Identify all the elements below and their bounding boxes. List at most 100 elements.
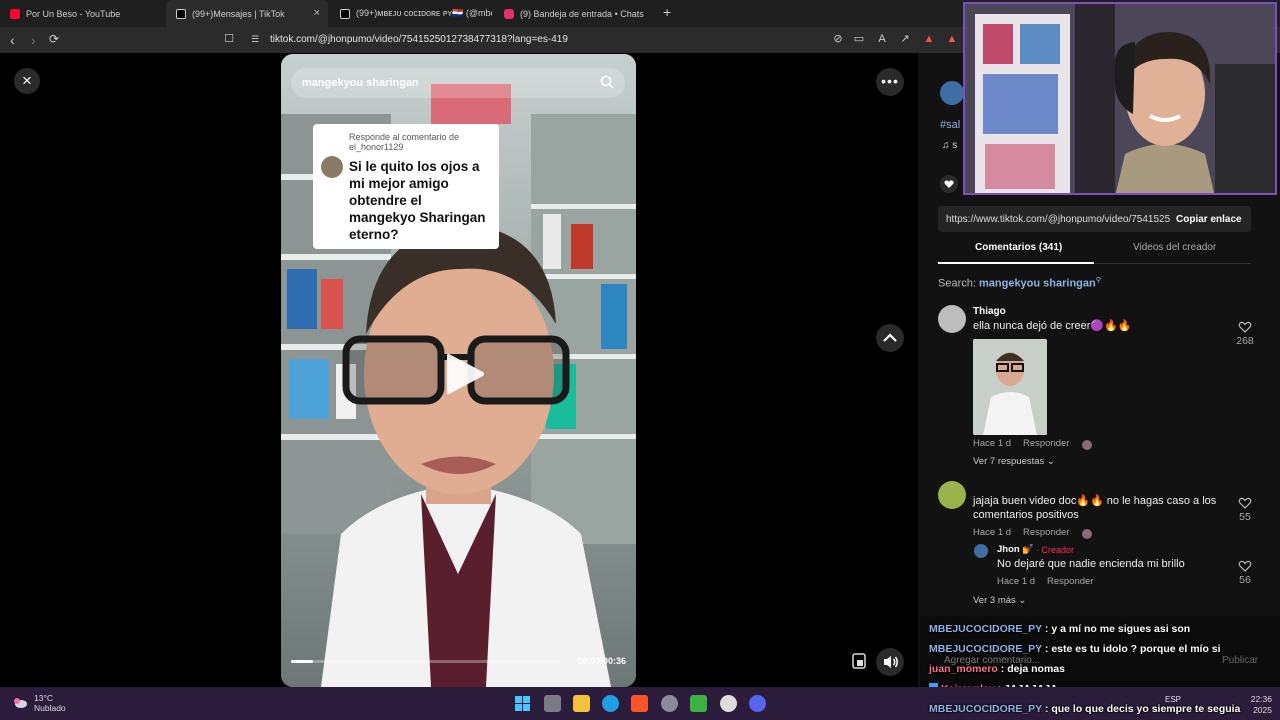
instagram-icon [504,8,514,19]
translate-icon[interactable]: A [876,33,888,45]
publish-button[interactable]: Publicar [1222,655,1258,666]
new-tab-button[interactable]: + [663,4,671,20]
heart-icon[interactable] [1238,559,1252,573]
comment-text: No dejaré que nadie encienda mi brillo [997,558,1185,570]
copy-link-button[interactable]: Copiar enlace [1170,214,1242,225]
brave-icon[interactable] [631,695,648,712]
reply-button[interactable]: Responder [1023,438,1069,449]
chat-text: : deja nomas [1000,663,1065,675]
play-icon[interactable] [443,350,487,398]
view-more-replies-button[interactable]: Ver 3 más ⌄ [973,595,1026,606]
picture-in-picture-button[interactable] [850,652,868,670]
streamer-webcam [963,2,1277,195]
edge-icon[interactable] [602,695,619,712]
task-view-icon[interactable] [544,695,561,712]
like-count: 56 [1239,574,1251,586]
avatar[interactable] [938,305,966,333]
reply-button[interactable]: Responder [1023,527,1069,538]
heart-icon[interactable] [1238,496,1252,510]
comment-image[interactable] [973,339,1047,435]
weather-widget[interactable]: 13°C Nublado [12,693,66,713]
chat-message: juan_momero : deja nomas [929,663,1065,675]
search-icon: ⚲ [1095,277,1101,284]
video-timecode: 00:03/00:36 [577,656,626,666]
webcam-image [965,4,1275,193]
chat-text: : y a mí no me sigues asi son [1044,623,1191,635]
tab-comments[interactable]: Comentarios (341) [975,242,1062,253]
tab-tiktok-messages[interactable]: (99+)Mensajes | TikTok × [166,0,328,27]
clock-time: 22:36 [1250,694,1272,704]
tab-title: (99+)Mensajes | TikTok [192,8,285,19]
clock-date: 2025 [1253,705,1272,715]
tab-tiktok-profile[interactable]: (99+)ᴍʙᴇᴊᴜ ᴄᴏᴄɪᴅᴏʀᴇ ᴘʏ🇵🇾 (@mbeju [330,0,492,27]
tiktok-icon [176,8,186,19]
discord-icon[interactable] [749,695,766,712]
steam-icon[interactable] [720,695,737,712]
brave-shield-icon[interactable]: ▲ [923,33,935,45]
reply-username[interactable]: Jhon 💅 [997,544,1034,555]
minecraft-icon[interactable] [690,695,707,712]
creator-liked-icon [1082,529,1092,539]
search-label: Search: [938,277,976,290]
like-video-icon[interactable] [940,175,958,193]
comment-timestamp: Hace 1 d [973,438,1012,449]
more-options-button[interactable]: ••• [876,68,904,96]
video-player[interactable]: mangekyou sharingan Responde al comentar… [281,54,636,687]
chat-message: MBEJUCOCIDORE_PY : y a mí no me sigues a… [929,623,1190,635]
like-count: 55 [1239,511,1251,523]
system-clock[interactable]: 22:36 2025 [1251,694,1272,716]
video-link[interactable]: https://www.tiktok.com/@jhonpumo/video/7… [938,214,1170,225]
view-replies-button[interactable]: Ver 7 respuestas ⌄ [973,456,1055,467]
comment-photo [973,339,1047,435]
comment-username[interactable]: Thiago [973,306,1006,317]
video-search-bar[interactable]: mangekyou sharingan [291,68,625,98]
search-icon[interactable] [599,74,615,90]
avatar[interactable] [938,481,966,509]
close-tab-icon[interactable]: × [314,7,320,19]
weather-desc: Nublado [34,703,66,713]
creator-liked-icon [1082,440,1092,450]
chat-user: juan_momero [929,663,998,675]
reload-icon[interactable]: ⟳ [49,32,59,46]
close-viewer-button[interactable]: × [14,68,40,94]
tabs-divider [938,262,1251,264]
file-explorer-icon[interactable] [573,695,590,712]
reply-button[interactable]: Responder [1047,576,1093,587]
cast-icon[interactable]: ▭ [853,33,865,45]
avatar[interactable] [974,544,988,558]
reply-text: Si le quito los ojos a mi mejor amigo ob… [349,159,486,242]
creator-avatar[interactable] [940,81,964,105]
search-term-link[interactable]: mangekyou sharingan [979,278,1096,290]
rewards-icon[interactable]: ▲ [946,33,958,45]
windows-start-icon[interactable] [514,695,531,712]
avatar [321,156,343,178]
tab-creator-videos[interactable]: Videos del creador [1133,242,1216,253]
obs-icon[interactable] [661,695,678,712]
search-query: mangekyou sharingan [302,77,419,89]
tab-instagram[interactable]: (9) Bandeja de entrada • Chats [494,0,656,27]
view-more-label: Ver 3 más [973,595,1016,606]
hashtag-link[interactable]: #sal [940,119,960,131]
back-icon[interactable]: ‹ [10,32,15,48]
tab-title: (9) Bandeja de entrada • Chats [520,8,644,19]
site-settings-icon[interactable]: ☰ [249,33,261,45]
chat-message: MBEJUCOCIDORE_PY : este es tu idolo ? po… [929,643,1221,655]
video-progress-bar[interactable] [291,660,561,663]
cloud-icon [14,698,27,708]
sound-link[interactable]: ♫ s [942,140,957,151]
address-bar[interactable]: tiktok.com/@jhonpumo/video/7541525012738… [270,34,568,45]
volume-button[interactable] [876,648,904,676]
share-icon[interactable]: ↗ [899,33,911,45]
comment-timestamp: Hace 1 d [973,527,1012,538]
forward-icon[interactable]: › [31,32,36,48]
heart-icon[interactable] [1238,320,1252,334]
tab-youtube[interactable]: Por Un Beso - YouTube [0,0,165,27]
chat-user: MBEJUCOCIDORE_PY [929,643,1042,655]
previous-video-button[interactable] [876,324,904,352]
tab-title: Por Un Beso - YouTube [26,8,121,19]
comment-timestamp: Hace 1 d [997,576,1036,587]
tracking-icon[interactable]: ⊘ [832,33,844,45]
bookmark-icon[interactable]: ☐ [223,33,235,45]
share-link-bar: https://www.tiktok.com/@jhonpumo/video/7… [938,206,1251,232]
youtube-icon [10,8,20,19]
